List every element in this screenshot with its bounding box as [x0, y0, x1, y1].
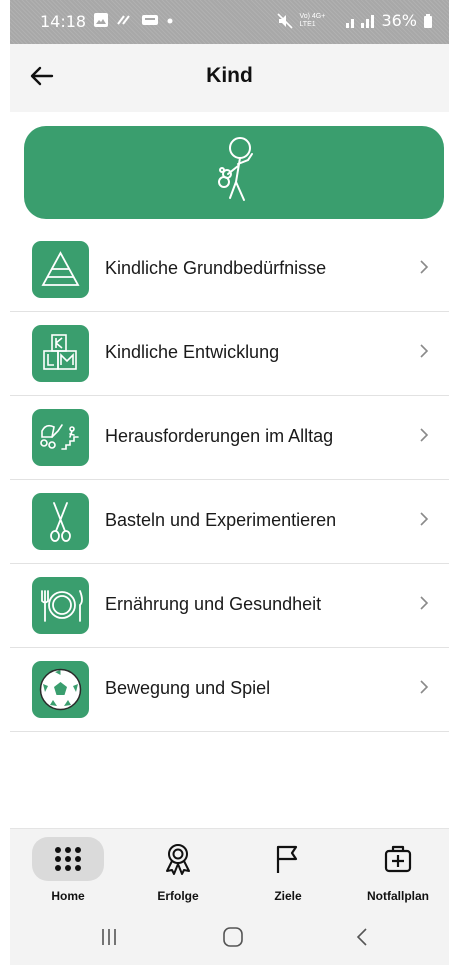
- nav-label: Ziele: [274, 889, 302, 903]
- back-system-icon[interactable]: [352, 926, 374, 948]
- recent-apps-icon[interactable]: [98, 926, 120, 948]
- list-item-entwicklung[interactable]: Kindliche Entwicklung: [10, 312, 449, 396]
- list-item-icon-box: [32, 493, 89, 550]
- topic-list: Kindliche Grundbedürfnisse Kindliche Ent…: [10, 228, 449, 732]
- nav-home-highlight: [32, 837, 104, 881]
- app-screen: 14:18 Vo) 4G+ LTE1 36% Kind Kindliche Gr…: [10, 0, 449, 965]
- list-item-label: Herausforderungen im Alltag: [105, 426, 334, 446]
- list-item-label: Kindliche Entwicklung: [105, 342, 280, 362]
- list-item-bewegung[interactable]: Bewegung und Spiel: [10, 648, 449, 732]
- nav-label: Notfallplan: [367, 889, 429, 903]
- grid-dots-icon: [55, 847, 81, 871]
- mute-icon: [277, 12, 294, 29]
- home-system-icon[interactable]: [222, 926, 244, 948]
- list-item-label: Kindliche Grundbedürfnisse: [105, 258, 327, 278]
- chevron-right-icon: [420, 512, 429, 526]
- list-item-grundbeduerfnisse[interactable]: Kindliche Grundbedürfnisse: [10, 228, 449, 312]
- list-item-label: Ernährung und Gesundheit: [105, 594, 322, 614]
- soccer-ball-icon: [39, 668, 82, 711]
- status-bar: 14:18 Vo) 4G+ LTE1 36%: [10, 0, 449, 44]
- chevron-right-icon: [420, 260, 429, 274]
- chevron-right-icon: [420, 428, 429, 442]
- system-navigation-bar: [10, 912, 449, 965]
- status-system-icons: Vo) 4G+ LTE1 36%: [277, 11, 433, 30]
- stroller-stairs-icon: [40, 424, 79, 450]
- first-aid-kit-icon: [384, 845, 412, 873]
- list-item-ernaehrung[interactable]: Ernährung und Gesundheit: [10, 564, 449, 648]
- list-item-icon-box: [32, 325, 89, 382]
- list-item-basteln[interactable]: Basteln und Experimentieren: [10, 480, 449, 564]
- nav-erfolge[interactable]: Erfolge: [128, 829, 228, 913]
- voicemail-icon: [117, 15, 130, 25]
- dot-icon: [167, 18, 173, 24]
- bottom-navigation: Home Erfolge Ziele Notfallplan: [10, 828, 449, 913]
- nav-notfallplan[interactable]: Notfallplan: [348, 829, 448, 913]
- chevron-right-icon: [420, 680, 429, 694]
- main-content: Kindliche Grundbedürfnisse Kindliche Ent…: [10, 112, 449, 828]
- battery-icon: [424, 13, 432, 28]
- chevron-right-icon: [420, 344, 429, 358]
- nav-label: Home: [51, 889, 85, 903]
- signal-icon: [346, 14, 375, 28]
- hero-banner: [24, 126, 444, 219]
- list-item-icon-box: [32, 241, 89, 298]
- child-with-teddy-icon: [218, 137, 253, 201]
- list-item-icon-box: [32, 409, 89, 466]
- building-blocks-icon: [43, 334, 77, 370]
- app-header: Kind: [10, 44, 449, 112]
- award-ribbon-icon: [166, 844, 190, 875]
- nav-home[interactable]: Home: [18, 829, 118, 913]
- list-item-icon-box: [32, 661, 89, 718]
- page-title: Kind: [206, 64, 253, 87]
- pyramid-icon: [41, 251, 80, 286]
- plate-cutlery-icon: [41, 590, 83, 622]
- chevron-right-icon: [420, 596, 429, 610]
- scissors-icon: [50, 502, 71, 542]
- network-text: Vo) 4G+ LTE1: [299, 12, 326, 28]
- status-time: 14:18: [40, 12, 87, 31]
- list-item-herausforderungen[interactable]: Herausforderungen im Alltag: [10, 396, 449, 480]
- list-item-label: Bewegung und Spiel: [105, 678, 271, 698]
- nav-label: Erfolge: [157, 889, 199, 903]
- list-item-label: Basteln und Experimentieren: [105, 510, 337, 530]
- message-icon: [142, 15, 158, 25]
- list-item-icon-box: [32, 577, 89, 634]
- nav-ziele[interactable]: Ziele: [238, 829, 338, 913]
- image-notification-icon: [94, 13, 108, 27]
- battery-percent: 36%: [381, 11, 417, 30]
- status-notification-icons: [93, 12, 174, 28]
- flag-icon: [276, 845, 298, 873]
